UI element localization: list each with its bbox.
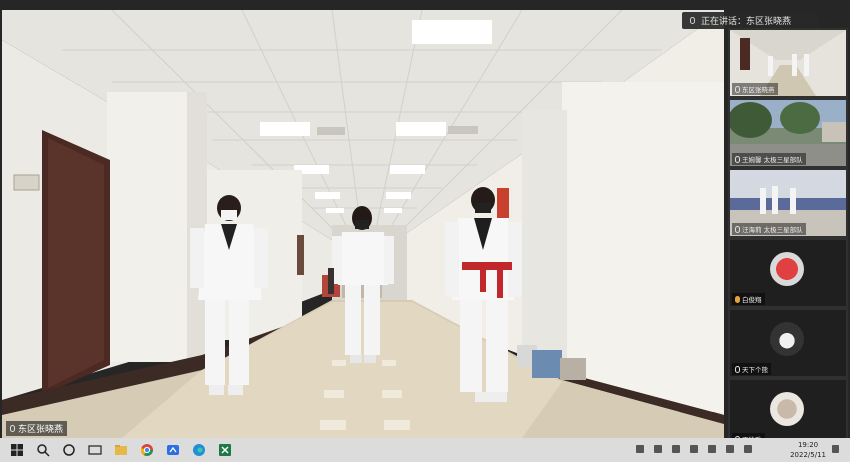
task-view-icon[interactable] bbox=[88, 443, 102, 457]
main-speaker-label: 东区张晓燕 bbox=[6, 421, 68, 436]
tray-app-icon[interactable] bbox=[690, 445, 698, 453]
participant-tile[interactable]: 王婉馨 太极三星部队 bbox=[730, 100, 846, 166]
participant-label: 王婉馨 太极三星部队 bbox=[732, 153, 806, 165]
microphone-icon bbox=[690, 17, 695, 24]
participant-name: 东区张晓燕 bbox=[742, 86, 775, 94]
participant-name: 天下个熊 bbox=[742, 366, 768, 374]
chevron-up-icon[interactable] bbox=[636, 445, 644, 453]
participant-label: 白俊翔 bbox=[732, 293, 765, 305]
avatar bbox=[770, 322, 804, 356]
microphone-icon bbox=[735, 365, 740, 373]
folder-icon[interactable] bbox=[114, 443, 128, 457]
participant-label: 汪海莉 太极三星部队 bbox=[732, 223, 806, 235]
tray-app-icon[interactable] bbox=[708, 445, 716, 453]
participant-tile[interactable]: 汪海莉 太极三星部队 bbox=[730, 170, 846, 236]
clock-time: 19:20 bbox=[797, 441, 819, 449]
wifi-icon[interactable] bbox=[726, 445, 734, 453]
screen: 东区张晓燕 正在讲话：东区张晓燕 东区张晓燕 王婉馨 太极三星部队 汪海莉 太极… bbox=[0, 0, 850, 462]
avatar bbox=[770, 252, 804, 286]
microphone-icon bbox=[735, 295, 740, 303]
hallway-scene bbox=[2, 10, 724, 438]
avatar bbox=[770, 392, 804, 426]
participant-tile[interactable]: 白俊翔 bbox=[730, 240, 846, 306]
microphone-icon bbox=[735, 155, 740, 163]
participant-tile[interactable]: 天下个熊 bbox=[730, 310, 846, 376]
main-video[interactable]: 东区张晓燕 bbox=[2, 10, 724, 438]
volume-icon[interactable] bbox=[744, 445, 752, 453]
edge-icon[interactable] bbox=[192, 443, 206, 457]
search-icon[interactable] bbox=[36, 443, 50, 457]
taskbar-clock[interactable]: 19:20 2022/5/11 bbox=[790, 440, 826, 460]
clock-date: 2022/5/11 bbox=[790, 451, 826, 459]
microphone-icon bbox=[735, 225, 740, 233]
participant-name: 白俊翔 bbox=[742, 296, 762, 304]
chrome-icon[interactable] bbox=[140, 443, 154, 457]
notification-icon[interactable] bbox=[832, 445, 839, 453]
participant-name: 王婉馨 太极三星部队 bbox=[742, 156, 803, 164]
meeting-app-icon[interactable] bbox=[166, 443, 180, 457]
taskbar: 19:20 2022/5/11 bbox=[0, 438, 850, 462]
participant-gallery: 东区张晓燕 王婉馨 太极三星部队 汪海莉 太极三星部队 白俊翔 天下个熊 bbox=[728, 28, 848, 446]
participant-tile[interactable]: 王徐雅 bbox=[730, 380, 846, 446]
participant-label: 东区张晓燕 bbox=[732, 83, 778, 95]
participant-name: 汪海莉 太极三星部队 bbox=[742, 226, 803, 234]
tray-app-icon[interactable] bbox=[672, 445, 680, 453]
participant-label: 天下个熊 bbox=[732, 363, 771, 375]
task-view-icon[interactable] bbox=[62, 443, 76, 457]
tray-app-icon[interactable] bbox=[654, 445, 662, 453]
main-speaker-name: 东区张晓燕 bbox=[18, 425, 64, 435]
windows-start-icon[interactable] bbox=[10, 443, 24, 457]
participant-tile[interactable]: 东区张晓燕 bbox=[730, 30, 846, 96]
microphone-icon bbox=[735, 85, 740, 93]
microphone-icon bbox=[10, 425, 15, 432]
speaking-indicator: 正在讲话：东区张晓燕 bbox=[682, 12, 818, 29]
speaking-text: 正在讲话：东区张晓燕 bbox=[701, 17, 792, 27]
excel-icon[interactable] bbox=[218, 443, 232, 457]
